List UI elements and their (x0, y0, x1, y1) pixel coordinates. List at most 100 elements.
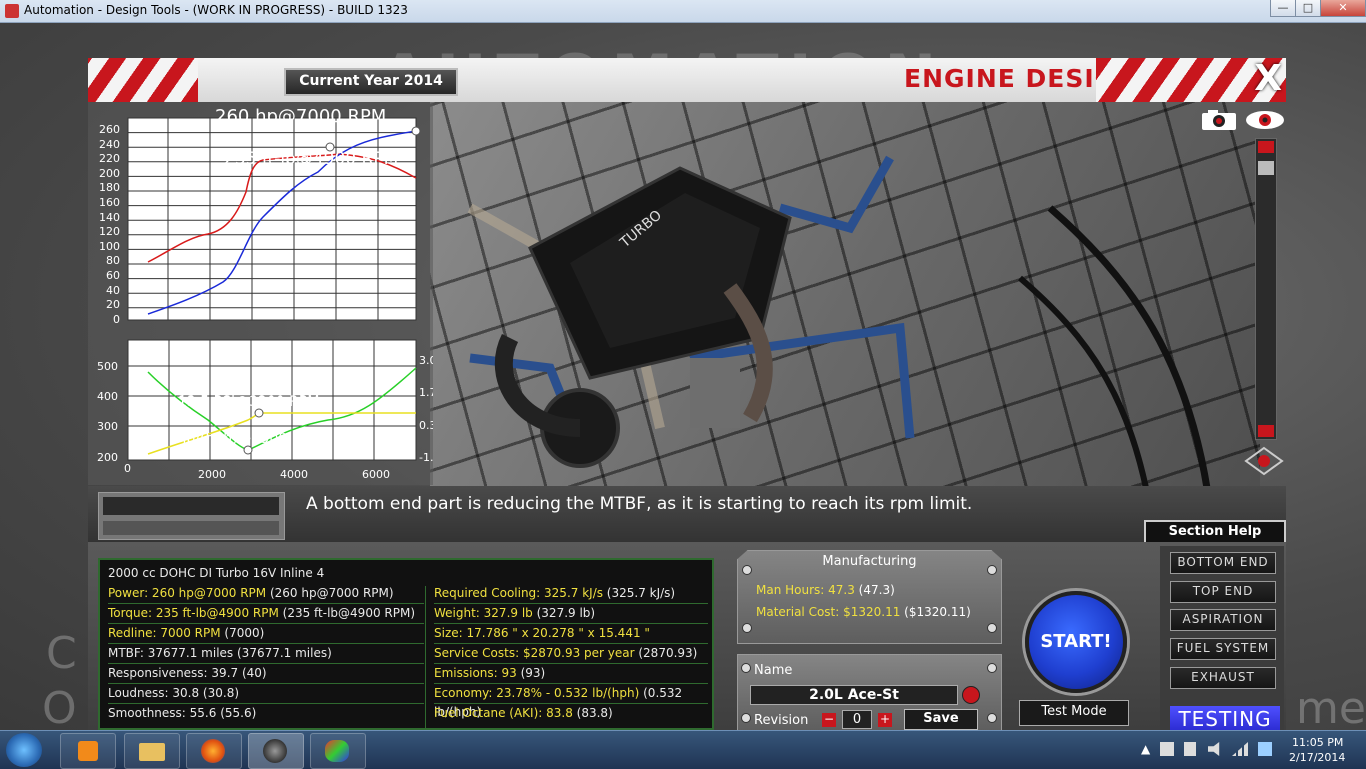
material-cost: Material Cost: $1320.11 ($1320.11) (756, 605, 971, 619)
y-left-tick: 400 (97, 390, 118, 403)
test-mode-button[interactable]: Test Mode (1019, 700, 1129, 726)
volume-icon[interactable] (1208, 742, 1220, 756)
y-tick: 200 (99, 167, 120, 180)
nav-bottom-end[interactable]: BOTTOM END (1170, 552, 1276, 574)
reset-view-icon[interactable] (1244, 446, 1284, 476)
y-tick: 180 (99, 181, 120, 194)
x-tick: 6000 (362, 468, 390, 481)
nav-top-end[interactable]: TOP END (1170, 581, 1276, 603)
file-explorer-icon[interactable] (124, 733, 180, 769)
zoom-scrollbar[interactable] (1255, 138, 1277, 440)
manufacturing-panel: Manufacturing Man Hours: 47.3 (47.3) Mat… (737, 550, 1002, 644)
start-test-button[interactable]: START! (1025, 591, 1127, 693)
window-title: Automation - Design Tools - (WORK IN PRO… (24, 3, 408, 17)
scroll-up-icon[interactable] (1258, 141, 1274, 153)
scroll-thumb[interactable] (1258, 161, 1274, 175)
x-tick: 0 (124, 462, 131, 475)
stat-responsiveness: Responsiveness: 39.7 (40) (108, 664, 424, 684)
maximize-button[interactable]: □ (1295, 0, 1321, 17)
x-tick: 2000 (198, 468, 226, 481)
revision-decrement-button[interactable]: − (822, 713, 836, 727)
part-selector-display (103, 497, 279, 515)
screw-icon (987, 623, 997, 633)
automation-game-icon[interactable] (248, 733, 304, 769)
stat-fuel-octane: Fuel Octane (AKI): 83.8 (83.8) (434, 706, 613, 720)
nav-testing-active[interactable]: TESTING (1170, 706, 1280, 732)
chart-panel: 260 240 220 200 180 160 140 120 100 80 6… (88, 102, 440, 485)
camera-icon[interactable] (1200, 108, 1238, 132)
eye-icon[interactable] (1244, 108, 1286, 132)
performance-charts: 260 240 220 200 180 160 140 120 100 80 6… (97, 106, 440, 481)
y-left-tick: 200 (97, 451, 118, 464)
nav-exhaust[interactable]: EXHAUST (1170, 667, 1276, 689)
stat-power: Power: 260 hp@7000 RPM (260 hp@7000 RPM) (108, 584, 424, 604)
windows-start-icon[interactable] (6, 733, 42, 767)
screw-icon (987, 565, 997, 575)
randomize-name-icon[interactable] (962, 686, 980, 704)
network-icon[interactable] (1232, 742, 1248, 756)
close-designer-button[interactable]: X (1254, 58, 1282, 99)
screw-icon (987, 713, 997, 723)
y-right-tick: -1.0 (419, 451, 433, 464)
engine-summary: 2000 cc DOHC DI Turbo 16V Inline 4 (108, 566, 325, 580)
peak-boost-marker (254, 408, 264, 418)
tray-expand-icon[interactable]: ▲ (1141, 742, 1150, 756)
y-tick: 120 (99, 225, 120, 238)
background-letter: me (1296, 683, 1366, 734)
screw-icon (987, 663, 997, 673)
naming-panel: Name 2.0L Ace-St Revision − 0 + Save (737, 654, 1002, 732)
y-tick: 220 (99, 152, 120, 165)
nav-fuel-system[interactable]: FUEL SYSTEM (1170, 638, 1276, 660)
paint-icon[interactable] (310, 733, 366, 769)
part-selector[interactable] (98, 492, 285, 540)
scroll-down-icon[interactable] (1258, 425, 1274, 437)
dropbox-icon[interactable] (1258, 742, 1272, 756)
revision-label: Revision (754, 713, 809, 728)
firefox-icon[interactable] (186, 733, 242, 769)
y-right-tick: 1.7 (419, 386, 433, 399)
y-tick: 0 (113, 313, 120, 326)
minimize-button[interactable]: — (1270, 0, 1296, 17)
screw-icon (741, 713, 751, 723)
engine-stats-panel: 2000 cc DOHC DI Turbo 16V Inline 4 Power… (98, 558, 714, 730)
revision-increment-button[interactable]: + (878, 713, 892, 727)
manufacturing-title: Manufacturing (822, 554, 917, 569)
windows-taskbar: ▲ 11:05 PM 2/17/2014 (0, 730, 1366, 769)
stat-emissions: Emissions: 93 (93) (434, 664, 708, 684)
stat-mtbf: MTBF: 37677.1 miles (37677.1 miles) (108, 644, 424, 664)
stat-cooling: Required Cooling: 325.7 kJ/s (325.7 kJ/s… (434, 584, 708, 604)
screw-icon (742, 565, 752, 575)
header-stripes-left (88, 58, 198, 102)
save-button[interactable]: Save (904, 709, 978, 730)
y-tick: 140 (99, 211, 120, 224)
stat-weight: Weight: 327.9 lb (327.9 lb) (434, 604, 708, 624)
action-center-icon[interactable] (1160, 742, 1174, 756)
clock-date[interactable]: 2/17/2014 (1289, 751, 1345, 764)
stat-service-costs: Service Costs: $2870.93 per year (2870.9… (434, 644, 708, 664)
nav-aspiration[interactable]: ASPIRATION (1170, 609, 1276, 631)
media-player-icon[interactable] (60, 733, 116, 769)
part-selector-track[interactable] (103, 521, 279, 535)
y-left-tick: 500 (97, 360, 118, 373)
device-icon[interactable] (1184, 742, 1196, 756)
peak-power-marker (411, 126, 421, 136)
window-close-button[interactable]: ✕ (1320, 0, 1366, 17)
stat-smoothness: Smoothness: 55.6 (55.6) (108, 706, 257, 720)
background-letter: O (42, 683, 77, 734)
section-nav: BOTTOM END TOP END ASPIRATION FUEL SYSTE… (1160, 546, 1284, 732)
y-tick: 260 (99, 123, 120, 136)
y-right-tick: 0.3 (419, 419, 433, 432)
engine-name-input[interactable]: 2.0L Ace-St (750, 685, 958, 705)
best-bsfc-marker (243, 445, 253, 455)
psi-annotation: 13.5 PSI@3200 RPM (178, 394, 319, 410)
y-tick: 100 (99, 240, 120, 253)
current-year: Current Year 2014 (284, 68, 458, 96)
stat-redline: Redline: 7000 RPM (7000) (108, 624, 424, 644)
y-right-tick: 3.0 (419, 354, 433, 367)
stat-torque: Torque: 235 ft-lb@4900 RPM (235 ft-lb@49… (108, 604, 424, 624)
stat-size: Size: 17.786 " x 20.278 " x 15.441 " (434, 624, 708, 644)
y-tick: 60 (106, 269, 120, 282)
background-letter: C (46, 628, 77, 679)
clock-time[interactable]: 11:05 PM (1292, 736, 1343, 749)
section-help-button[interactable]: Section Help (1144, 520, 1286, 544)
